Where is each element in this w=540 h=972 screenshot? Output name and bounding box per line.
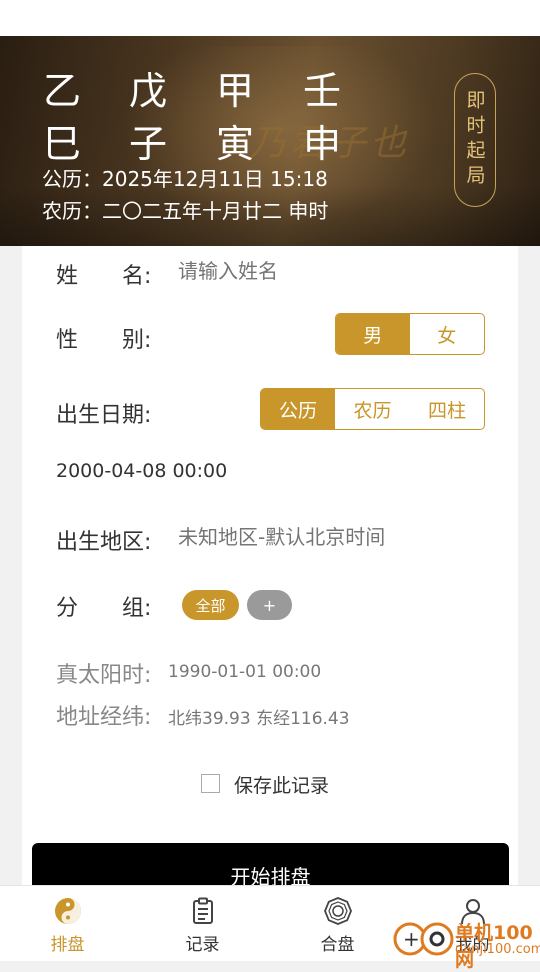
month-stem: 戊 <box>128 69 167 113</box>
tab-paipan[interactable]: 排盘 <box>0 886 135 961</box>
tab-compatibility[interactable]: 合盘 <box>270 886 405 961</box>
day-stem: 甲 <box>215 69 254 113</box>
name-label: 姓 名: <box>56 264 152 289</box>
calendar-solar-option[interactable]: 公历 <box>261 389 335 429</box>
true-solar-time-value: 1990-01-01 00:00 <box>168 662 322 682</box>
gender-female-option[interactable]: 女 <box>410 314 485 354</box>
name-input[interactable] <box>178 259 478 283</box>
yin-yang-icon <box>54 898 81 924</box>
group-add-button[interactable]: + <box>247 590 292 620</box>
save-record-label: 保存此记录 <box>234 775 330 797</box>
gender-selector: 男 女 <box>335 313 485 355</box>
calendar-lunar-option[interactable]: 农历 <box>335 389 410 429</box>
year-stem: 乙 <box>42 69 81 113</box>
status-bar <box>0 0 540 36</box>
instant-start-button[interactable]: 即时起局 <box>454 73 496 207</box>
gender-male-option[interactable]: 男 <box>336 314 410 354</box>
calendar-pillars-option[interactable]: 四柱 <box>410 389 484 429</box>
tab-records-label: 记录 <box>185 935 220 955</box>
tab-records[interactable]: 记录 <box>135 886 270 961</box>
watermark-url: danji100.com <box>455 942 540 957</box>
tab-compatibility-label: 合盘 <box>320 935 355 955</box>
birth-datetime-value[interactable]: 2000-04-08 00:00 <box>56 460 227 482</box>
tab-paipan-label: 排盘 <box>50 935 85 955</box>
true-solar-time-label: 真太阳时: <box>56 663 152 688</box>
region-label: 出生地区: <box>56 530 152 555</box>
year-branch: 巳 <box>42 122 81 166</box>
bagua-icon <box>323 897 352 925</box>
coordinates-label: 地址经纬: <box>56 705 152 730</box>
birth-date-label: 出生日期: <box>56 403 152 428</box>
clipboard-icon <box>192 897 213 924</box>
hour-stem: 壬 <box>302 69 341 113</box>
day-branch: 寅 <box>215 122 254 166</box>
hour-branch: 申 <box>302 122 341 166</box>
calendar-type-selector: 公历 农历 四柱 <box>260 388 485 430</box>
bazi-banner: 乃君子也 乙 戊 甲 壬 巳 子 寅 申 公历：2025年12月11日 15:1… <box>0 36 540 246</box>
save-record-checkbox[interactable] <box>201 774 220 793</box>
instant-start-label: 即时起局 <box>463 90 486 190</box>
month-branch: 子 <box>128 122 167 166</box>
gender-label: 性 别: <box>56 328 152 353</box>
svg-text:+: + <box>403 927 420 951</box>
region-input[interactable] <box>178 525 478 549</box>
solar-date: 公历：2025年12月11日 15:18 <box>42 167 328 191</box>
lunar-date: 农历：二〇二五年十月廿二 申时 <box>42 199 329 223</box>
coordinates-value: 北纬39.93 东经116.43 <box>168 709 350 729</box>
group-label: 分 组: <box>56 596 152 621</box>
group-all-chip[interactable]: 全部 <box>182 590 239 620</box>
